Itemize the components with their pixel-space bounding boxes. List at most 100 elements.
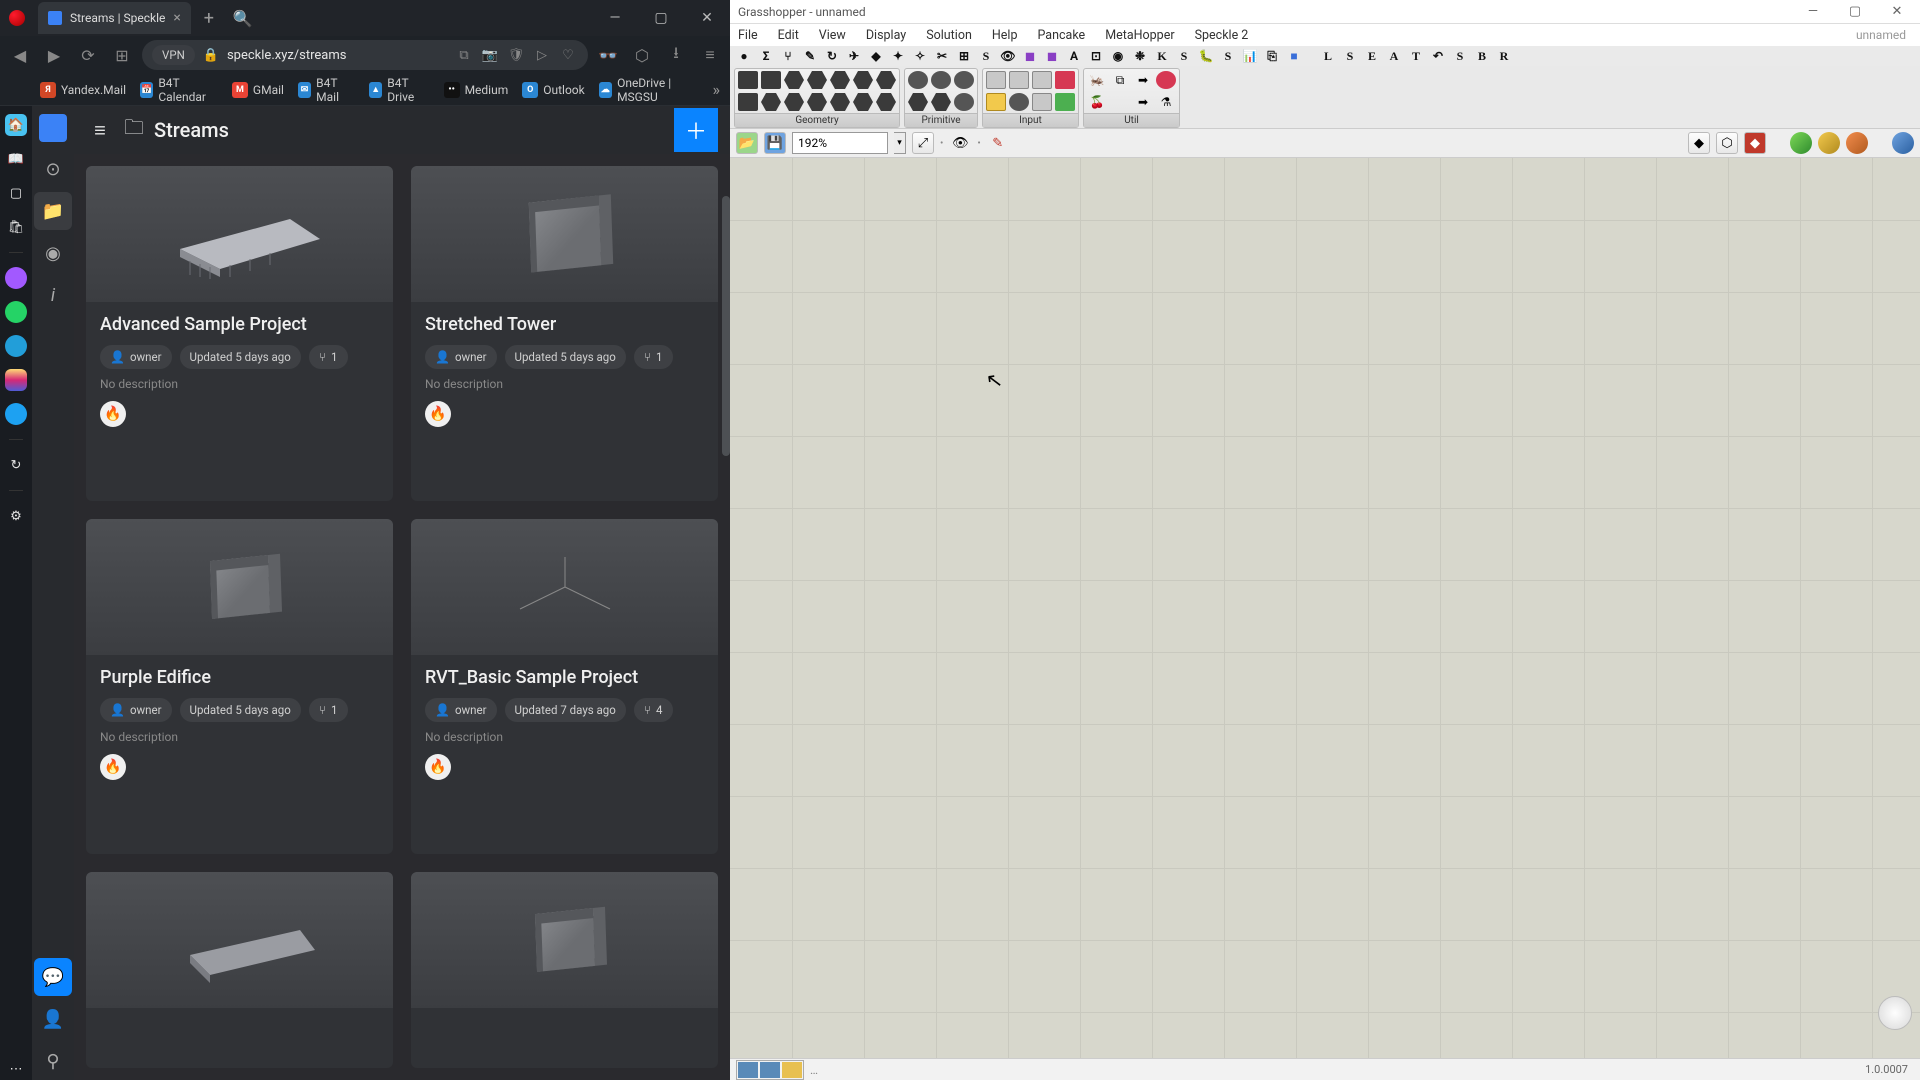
- speckle-logo-icon[interactable]: [39, 114, 67, 142]
- component-icon[interactable]: ➡: [1133, 93, 1153, 111]
- gh-maximize-button[interactable]: ▢: [1840, 4, 1870, 19]
- hamburger-icon[interactable]: ≡: [86, 116, 114, 144]
- url-input[interactable]: VPN 🔒 speckle.xyz/streams ⧉ 📷 🛡 ▷ ♡: [142, 40, 588, 70]
- tiles-button[interactable]: ⊞: [108, 41, 136, 69]
- component-icon[interactable]: [908, 71, 928, 89]
- add-stream-button[interactable]: ＋: [674, 108, 718, 152]
- gh-minimize-button[interactable]: —: [1798, 4, 1828, 19]
- sidebar-whatsapp-icon[interactable]: [5, 301, 27, 323]
- bookmark-item[interactable]: MGMail: [232, 82, 284, 98]
- sc-icon[interactable]: ⎘: [1264, 48, 1280, 64]
- sc-icon[interactable]: ✎: [802, 48, 818, 64]
- stream-card[interactable]: [411, 872, 718, 1068]
- reload-button[interactable]: ⟳: [74, 41, 102, 69]
- display-mode-icon[interactable]: [760, 1062, 780, 1078]
- component-icon[interactable]: [761, 93, 781, 111]
- sc-icon[interactable]: ⊡: [1088, 48, 1104, 64]
- sc-icon[interactable]: Σ: [758, 48, 774, 64]
- sc-letter[interactable]: B: [1474, 48, 1490, 64]
- menu-pancake[interactable]: Pancake: [1037, 28, 1085, 43]
- shield-icon[interactable]: 🛡: [506, 45, 526, 65]
- cube-extension-icon[interactable]: ⬡: [628, 41, 656, 69]
- sidebar-settings-icon[interactable]: ⚙: [5, 505, 27, 527]
- sc-icon[interactable]: ✦: [890, 48, 906, 64]
- sidebar-streams-icon[interactable]: 📁: [34, 192, 72, 230]
- sc-letter[interactable]: L: [1320, 48, 1336, 64]
- screenshot-icon[interactable]: ⧉: [454, 45, 474, 65]
- shade-mode-icon[interactable]: [1818, 132, 1840, 154]
- component-icon[interactable]: [784, 71, 804, 89]
- component-icon[interactable]: [876, 93, 896, 111]
- close-window-button[interactable]: ✕: [684, 0, 730, 36]
- sidebar-book-icon[interactable]: 📖: [5, 148, 27, 170]
- stream-card[interactable]: [86, 872, 393, 1068]
- sc-icon[interactable]: 📊: [1242, 48, 1258, 64]
- component-icon[interactable]: [931, 71, 951, 89]
- sc-letter[interactable]: S: [1176, 48, 1192, 64]
- sidebar-profile-icon[interactable]: 👤: [34, 1000, 72, 1038]
- toolbar-icon[interactable]: ◆: [1688, 132, 1710, 154]
- component-icon[interactable]: [986, 93, 1006, 111]
- sc-icon[interactable]: A: [1066, 48, 1082, 64]
- menu-speckle2[interactable]: Speckle 2: [1195, 28, 1249, 43]
- component-icon[interactable]: [954, 71, 974, 89]
- component-icon[interactable]: ⚗: [1156, 93, 1176, 111]
- collaborator-avatar[interactable]: 🔥: [100, 401, 126, 427]
- new-tab-button[interactable]: +: [195, 4, 223, 32]
- sc-icon[interactable]: ◉: [1110, 48, 1126, 64]
- statusbar-more[interactable]: …: [810, 1063, 818, 1077]
- component-icon[interactable]: [908, 93, 928, 111]
- camera-icon[interactable]: 📷: [480, 45, 500, 65]
- component-icon[interactable]: [761, 71, 781, 89]
- menu-file[interactable]: File: [738, 28, 758, 43]
- menu-display[interactable]: Display: [866, 28, 906, 43]
- component-icon[interactable]: [876, 71, 896, 89]
- component-icon[interactable]: [954, 93, 974, 111]
- gh-close-button[interactable]: ✕: [1882, 4, 1912, 19]
- stream-card[interactable]: Advanced Sample Project 👤owner Updated 5…: [86, 166, 393, 501]
- bookmark-item[interactable]: ••Medium: [444, 82, 509, 98]
- stream-card[interactable]: RVT_Basic Sample Project 👤owner Updated …: [411, 519, 718, 854]
- zoom-extents-button[interactable]: ⤢: [912, 132, 934, 154]
- sc-icon[interactable]: ↻: [824, 48, 840, 64]
- sidebar-info-icon[interactable]: i: [34, 276, 72, 314]
- sc-letter[interactable]: R: [1496, 48, 1512, 64]
- back-button[interactable]: ◀: [6, 41, 34, 69]
- sidebar-activity-icon[interactable]: ⊙: [34, 150, 72, 188]
- sc-letter[interactable]: S: [978, 48, 994, 64]
- zoom-dropdown-icon[interactable]: ▾: [894, 132, 906, 154]
- component-icon[interactable]: 🦗: [1087, 71, 1107, 89]
- component-icon[interactable]: [1156, 71, 1176, 89]
- toolbar-icon[interactable]: ◆: [1744, 132, 1766, 154]
- component-icon[interactable]: [1032, 71, 1052, 89]
- bookmark-item[interactable]: ✉B4T Mail: [298, 76, 355, 104]
- sc-letter[interactable]: S: [1342, 48, 1358, 64]
- preview-toggle-icon[interactable]: 👁: [949, 132, 971, 154]
- display-mode-icon[interactable]: [782, 1062, 802, 1078]
- sidebar-feedback-icon[interactable]: 💬: [34, 958, 72, 996]
- component-icon[interactable]: [931, 93, 951, 111]
- sidebar-instagram-icon[interactable]: [5, 369, 27, 391]
- sidebar-history-icon[interactable]: ↻: [5, 454, 27, 476]
- component-icon[interactable]: [830, 71, 850, 89]
- bookmark-item[interactable]: ▲B4T Drive: [369, 76, 430, 104]
- collaborator-avatar[interactable]: 🔥: [425, 401, 451, 427]
- sc-icon[interactable]: ✈: [846, 48, 862, 64]
- easy-setup-icon[interactable]: ≡: [696, 41, 724, 69]
- sidebar-video-icon[interactable]: ▢: [5, 182, 27, 204]
- bookmark-item[interactable]: OOutlook: [522, 82, 584, 98]
- tabstrip-search-icon[interactable]: 🔍: [223, 9, 263, 28]
- menu-edit[interactable]: Edit: [778, 28, 799, 43]
- component-icon[interactable]: [807, 93, 827, 111]
- sc-icon[interactable]: ◼: [1022, 48, 1038, 64]
- shade-mode-icon[interactable]: [1892, 132, 1914, 154]
- collaborator-avatar[interactable]: 🔥: [100, 754, 126, 780]
- component-icon[interactable]: [1055, 93, 1075, 111]
- stream-card[interactable]: Purple Edifice 👤owner Updated 5 days ago…: [86, 519, 393, 854]
- component-icon[interactable]: [853, 93, 873, 111]
- sc-icon[interactable]: ✂: [934, 48, 950, 64]
- stream-card[interactable]: Stretched Tower 👤owner Updated 5 days ag…: [411, 166, 718, 501]
- close-tab-icon[interactable]: ×: [173, 10, 180, 26]
- sc-icon[interactable]: ◆: [868, 48, 884, 64]
- component-icon[interactable]: [738, 71, 758, 89]
